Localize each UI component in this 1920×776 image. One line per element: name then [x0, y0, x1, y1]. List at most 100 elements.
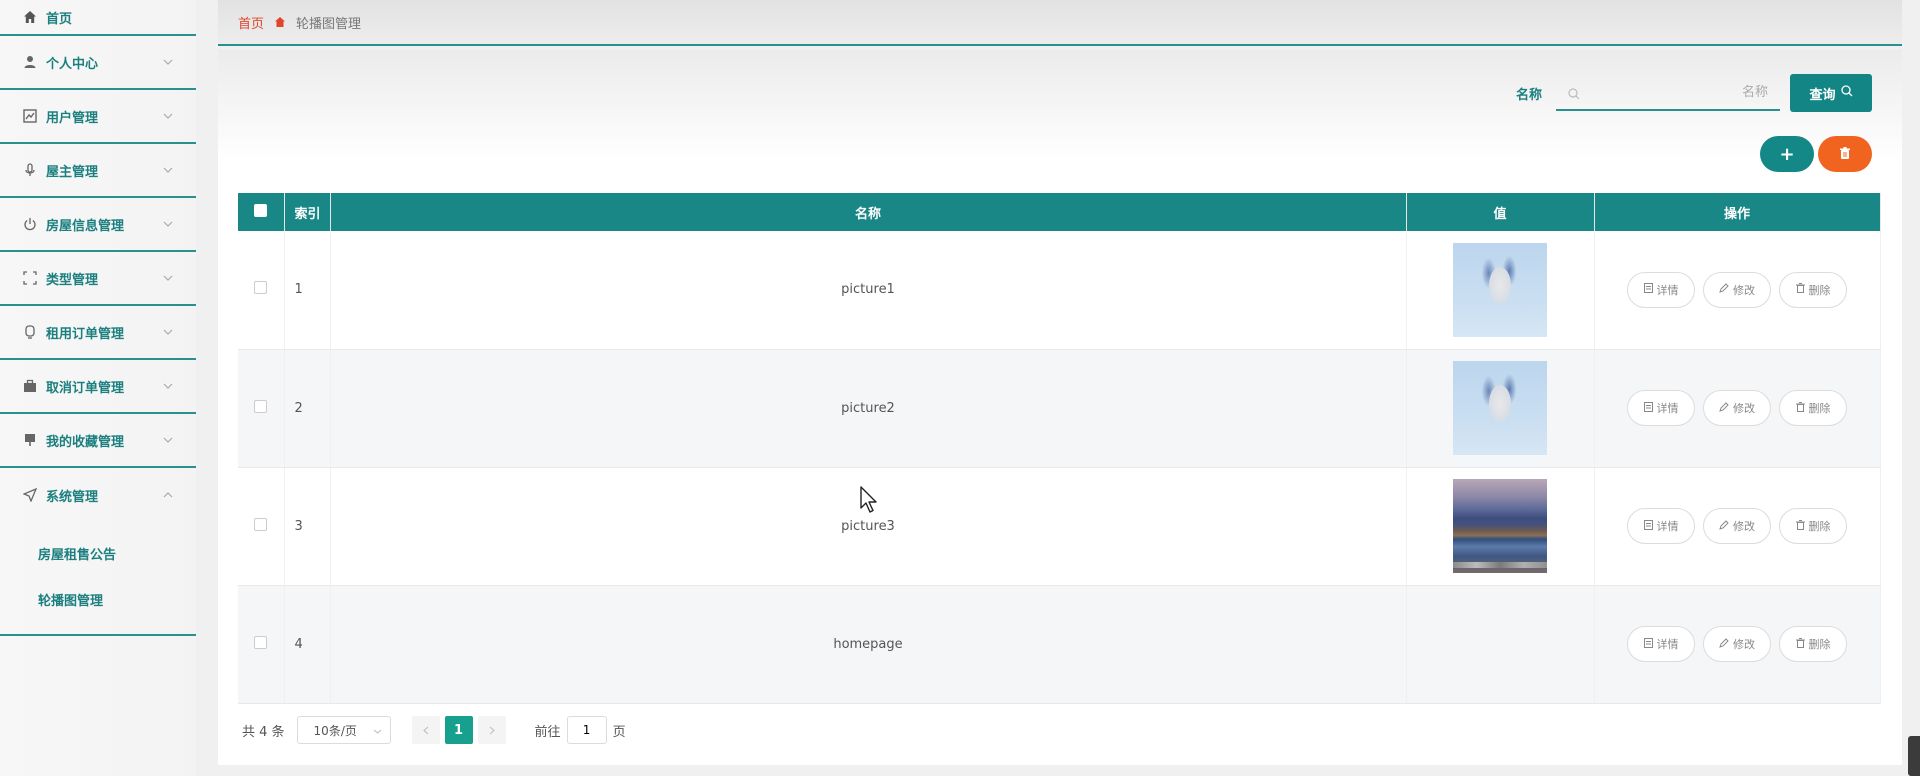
delete-label: 删除	[1808, 402, 1831, 415]
sidebar-item-label: 屋主管理	[46, 164, 99, 180]
trash-icon	[1795, 519, 1805, 533]
document-icon	[1643, 401, 1653, 415]
page-suffix: 页	[612, 724, 626, 740]
edit-label: 修改	[1733, 638, 1755, 651]
mic-icon	[22, 162, 38, 178]
row-checkbox[interactable]	[254, 399, 268, 413]
column-header-index: 索引	[284, 193, 331, 231]
sidebar-item-system[interactable]: 系统管理	[0, 468, 196, 522]
sidebar-item-label: 类型管理	[46, 272, 99, 288]
briefcase-icon	[22, 378, 38, 394]
column-header-ops: 操作	[1594, 193, 1881, 231]
edit-button[interactable]: 修改	[1703, 508, 1771, 544]
sidebar-item-label: 取消订单管理	[46, 380, 125, 396]
edit-label: 修改	[1733, 283, 1755, 297]
delete-button[interactable]: 删除	[1779, 271, 1847, 308]
send-icon	[22, 487, 38, 503]
page-number-current[interactable]: 1	[444, 716, 473, 744]
sidebar-item-favorites[interactable]: 我的收藏管理	[0, 414, 196, 468]
document-icon	[1643, 637, 1653, 651]
broken-image[interactable]	[1453, 562, 1547, 568]
table-row: 3 picture3 详情 修改 删除	[238, 467, 1881, 586]
delete-button[interactable]: 删除	[1779, 508, 1847, 544]
sidebar-item-user-management[interactable]: 用户管理	[0, 90, 196, 144]
flower-image[interactable]	[1453, 242, 1547, 337]
delete-icon	[1839, 144, 1851, 165]
sidebar-item-label: 个人中心	[46, 56, 99, 72]
edit-button[interactable]: 修改	[1703, 390, 1771, 426]
select-all-checkbox[interactable]	[254, 203, 268, 217]
edit-icon	[1719, 519, 1729, 533]
flower-image[interactable]	[1453, 361, 1547, 455]
row-checkbox[interactable]	[254, 281, 268, 295]
row-index: 3	[284, 467, 331, 586]
delete-button[interactable]: 删除	[1779, 626, 1847, 662]
edit-button[interactable]: 修改	[1703, 271, 1771, 308]
detail-label: 详情	[1656, 283, 1679, 297]
query-button-label: 查询	[1809, 87, 1836, 103]
table-header-row: 索引 名称 值 操作	[238, 193, 1881, 231]
sidebar-item-rental-notices[interactable]: 房屋租售公告	[0, 530, 196, 576]
sidebar-item-rental-orders[interactable]: 租用订单管理	[0, 306, 196, 360]
chevron-down-icon	[373, 723, 382, 737]
detail-button[interactable]: 详情	[1627, 626, 1695, 662]
breadcrumb-current: 轮播图管理	[296, 16, 362, 32]
lake-image[interactable]	[1453, 479, 1547, 573]
add-button[interactable]: +	[1760, 136, 1814, 172]
trash-icon	[1795, 283, 1805, 296]
query-button[interactable]: 查询	[1790, 74, 1872, 112]
prev-page-button[interactable]	[411, 716, 440, 744]
search-label: 名称	[1515, 87, 1542, 103]
sidebar-item-label: 房屋信息管理	[46, 218, 125, 234]
detail-button[interactable]: 详情	[1627, 508, 1695, 544]
edit-button[interactable]: 修改	[1703, 626, 1771, 662]
sidebar-item-label: 我的收藏管理	[46, 434, 125, 450]
user-icon	[22, 54, 38, 70]
chevron-up-icon	[162, 489, 174, 501]
fullscreen-icon	[22, 270, 38, 286]
sidebar-item-home[interactable]: 首页	[0, 0, 196, 36]
sidebar-item-cancel-orders[interactable]: 取消订单管理	[0, 360, 196, 414]
sidebar-item-label: 首页	[46, 11, 73, 27]
chevron-down-icon	[162, 218, 174, 230]
table-row: 2 picture2 详情 修改 删除	[238, 349, 1881, 468]
page-size-select[interactable]: 10条/页	[296, 716, 391, 744]
chevron-down-icon	[162, 380, 174, 392]
table-row: 4 homepage 详情 修改 删除	[238, 562, 1881, 704]
delete-label: 删除	[1808, 638, 1831, 651]
sidebar-item-type-management[interactable]: 类型管理	[0, 252, 196, 306]
delete-button[interactable]: 删除	[1779, 390, 1847, 426]
home-icon	[274, 16, 286, 28]
row-checkbox[interactable]	[254, 517, 268, 531]
system-submenu: 房屋租售公告 轮播图管理	[0, 522, 196, 636]
edit-label: 修改	[1733, 520, 1755, 533]
badge-icon	[22, 324, 38, 340]
trash-icon	[1795, 401, 1805, 415]
search-input[interactable]	[1568, 84, 1768, 100]
next-page-button[interactable]	[477, 716, 506, 744]
power-icon	[22, 216, 38, 232]
row-name: picture1	[330, 231, 1407, 350]
pagination-total: 共 4 条	[242, 724, 285, 740]
content-panel: 名称 查询 +	[218, 50, 1902, 765]
sidebar-item-house-info[interactable]: 房屋信息管理	[0, 198, 196, 252]
sidebar-item-label: 租用订单管理	[46, 326, 125, 342]
delete-label: 删除	[1808, 283, 1831, 297]
batch-delete-button[interactable]	[1818, 136, 1872, 172]
detail-button[interactable]: 详情	[1627, 271, 1695, 308]
document-icon	[1643, 519, 1653, 533]
edit-label: 修改	[1733, 402, 1755, 415]
table-row: 1 picture1 详情 修改 删除	[238, 231, 1881, 350]
search-icon	[1568, 85, 1580, 104]
row-name: picture3	[330, 467, 1407, 586]
sidebar-item-carousel[interactable]: 轮播图管理	[0, 576, 196, 622]
row-index: 4	[284, 585, 331, 704]
sidebar-item-personal-center[interactable]: 个人中心	[0, 36, 196, 90]
chevron-down-icon	[162, 110, 174, 122]
sidebar-item-owner-management[interactable]: 屋主管理	[0, 144, 196, 198]
detail-button[interactable]: 详情	[1627, 390, 1695, 426]
goto-page-input[interactable]	[566, 716, 607, 744]
breadcrumb-home[interactable]: 首页	[238, 13, 264, 32]
search-icon	[1840, 85, 1853, 101]
row-checkbox[interactable]	[254, 635, 268, 649]
